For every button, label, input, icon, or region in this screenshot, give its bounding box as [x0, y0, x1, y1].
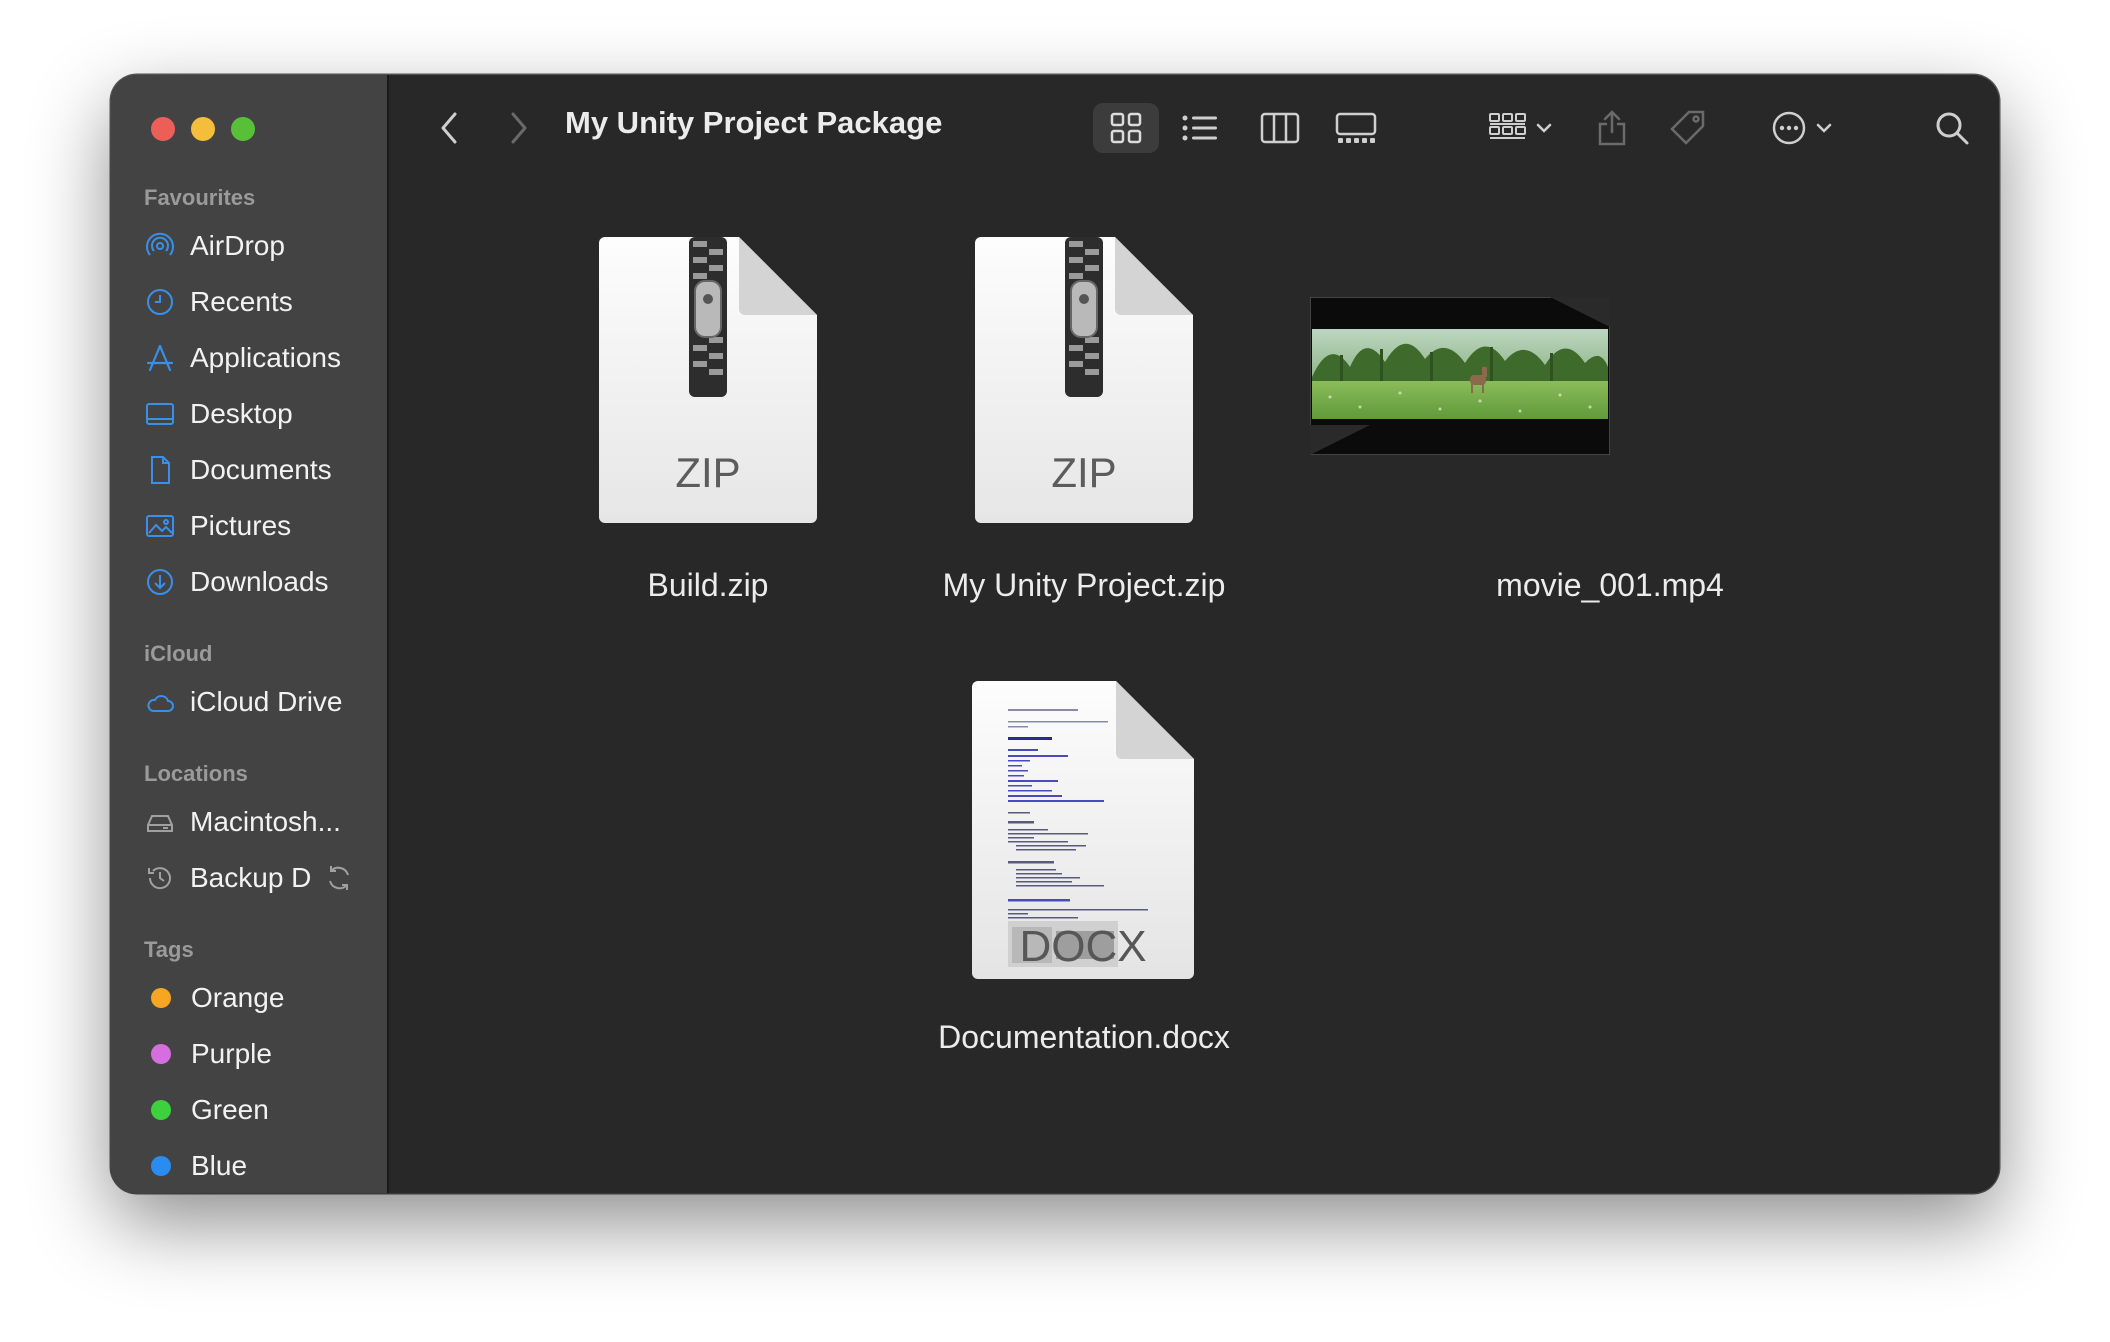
cloud-icon	[144, 686, 176, 718]
zip-file-icon: ZIP	[975, 237, 1193, 523]
sidebar: Favourites AirDrop Recents Applications …	[111, 75, 389, 1193]
close-window-button[interactable]	[151, 117, 175, 141]
sidebar-item-label: Purple	[191, 1038, 272, 1069]
sidebar-item-label: Orange	[191, 982, 285, 1013]
gallery-view-button[interactable]	[1323, 103, 1389, 153]
file-name: Build.zip	[647, 567, 769, 603]
group-by-button[interactable]	[1483, 103, 1563, 153]
zoom-window-button[interactable]	[231, 117, 255, 141]
downloads-icon	[144, 566, 176, 598]
docx-kind-label: DOCX	[1019, 922, 1146, 971]
applications-icon	[144, 342, 176, 374]
sidebar-item-tag-orange[interactable]: Orange	[144, 976, 374, 1020]
share-icon	[1598, 110, 1626, 146]
sidebar-item-label: Desktop	[190, 398, 293, 429]
tag-button[interactable]	[1663, 103, 1713, 153]
sidebar-item-tag-green[interactable]: Green	[144, 1088, 374, 1132]
file-name: Documentation.docx	[938, 1019, 1230, 1055]
file-name: movie_001.mp4	[1496, 567, 1724, 603]
tag-dot-green	[151, 1100, 171, 1120]
chevron-left-icon	[441, 112, 457, 144]
pictures-icon	[144, 510, 176, 542]
sidebar-item-desktop[interactable]: Desktop	[144, 392, 374, 436]
time-machine-icon	[144, 862, 176, 894]
sidebar-section-locations: Locations	[144, 761, 248, 786]
sidebar-item-tag-purple[interactable]: Purple	[144, 1032, 374, 1076]
disk-icon	[144, 806, 176, 838]
sidebar-item-documents[interactable]: Documents	[144, 448, 374, 492]
sidebar-section-tags: Tags	[144, 937, 194, 962]
column-view-button[interactable]	[1247, 103, 1313, 153]
sidebar-item-label: Documents	[190, 454, 332, 485]
sidebar-item-downloads[interactable]: Downloads	[144, 560, 374, 604]
sidebar-item-applications[interactable]: Applications	[144, 336, 374, 380]
docx-file-icon: DOCX	[972, 681, 1194, 979]
minimize-window-button[interactable]	[191, 117, 215, 141]
zip-kind-label: ZIP	[1051, 449, 1116, 496]
icon-view-button[interactable]	[1093, 103, 1159, 153]
columns-icon	[1260, 112, 1300, 144]
grid-icon	[1110, 112, 1142, 144]
sidebar-item-label: Pictures	[190, 510, 292, 541]
file-name: My Unity Project.zip	[942, 567, 1226, 603]
group-icon	[1489, 113, 1552, 139]
window-title: My Unity Project Package	[565, 105, 943, 140]
search-button[interactable]	[1927, 103, 1977, 153]
gallery-icon	[1335, 112, 1377, 143]
sidebar-item-airdrop[interactable]: AirDrop	[144, 224, 374, 268]
finder-window: Favourites AirDrop Recents Applications …	[111, 75, 1999, 1193]
list-view-button[interactable]	[1167, 103, 1233, 153]
sidebar-item-label: Green	[191, 1094, 269, 1125]
tag-dot-orange	[151, 988, 171, 1008]
sidebar-item-icloud-drive[interactable]: iCloud Drive	[144, 680, 374, 724]
forward-button[interactable]	[499, 103, 539, 153]
sidebar-item-label: Macintosh...	[190, 806, 341, 837]
sidebar-item-label: Recents	[190, 286, 293, 317]
share-button[interactable]	[1587, 103, 1637, 153]
more-actions-button[interactable]	[1765, 103, 1845, 153]
ellipsis-circle-icon	[1772, 111, 1832, 145]
sidebar-item-tag-blue[interactable]: Blue	[144, 1144, 374, 1188]
sidebar-section-favourites: Favourites	[144, 185, 256, 210]
content-area: My Unity Project Package ZIP Build.zip Z…	[389, 75, 1999, 1193]
sidebar-item-recents[interactable]: Recents	[144, 280, 374, 324]
search-icon	[1936, 112, 1969, 145]
tag-dot-purple	[151, 1044, 171, 1064]
sidebar-item-macintosh[interactable]: Macintosh...	[144, 800, 374, 844]
sidebar-item-label: iCloud Drive	[190, 686, 343, 717]
sidebar-item-pictures[interactable]: Pictures	[144, 504, 374, 548]
clock-icon	[144, 286, 176, 318]
sidebar-item-label: Blue	[191, 1150, 248, 1181]
sidebar-item-label: Applications	[190, 342, 341, 373]
airdrop-icon	[144, 230, 176, 262]
document-icon	[144, 454, 176, 486]
sidebar-item-backup[interactable]: Backup D	[144, 856, 374, 900]
zip-kind-label: ZIP	[675, 449, 740, 496]
sidebar-section-icloud: iCloud	[144, 641, 213, 666]
chevron-right-icon	[511, 112, 527, 144]
sync-icon	[323, 862, 355, 894]
sidebar-item-label: Backup D	[190, 862, 312, 893]
tag-dot-blue	[151, 1156, 171, 1176]
video-thumbnail	[1310, 297, 1610, 455]
sidebar-item-label: AirDrop	[190, 230, 285, 261]
zip-file-icon: ZIP	[599, 237, 817, 523]
sidebar-item-label: Downloads	[190, 566, 329, 597]
back-button[interactable]	[429, 103, 469, 153]
tag-icon	[1670, 110, 1705, 145]
list-icon	[1182, 115, 1217, 141]
desktop-icon	[144, 398, 176, 430]
